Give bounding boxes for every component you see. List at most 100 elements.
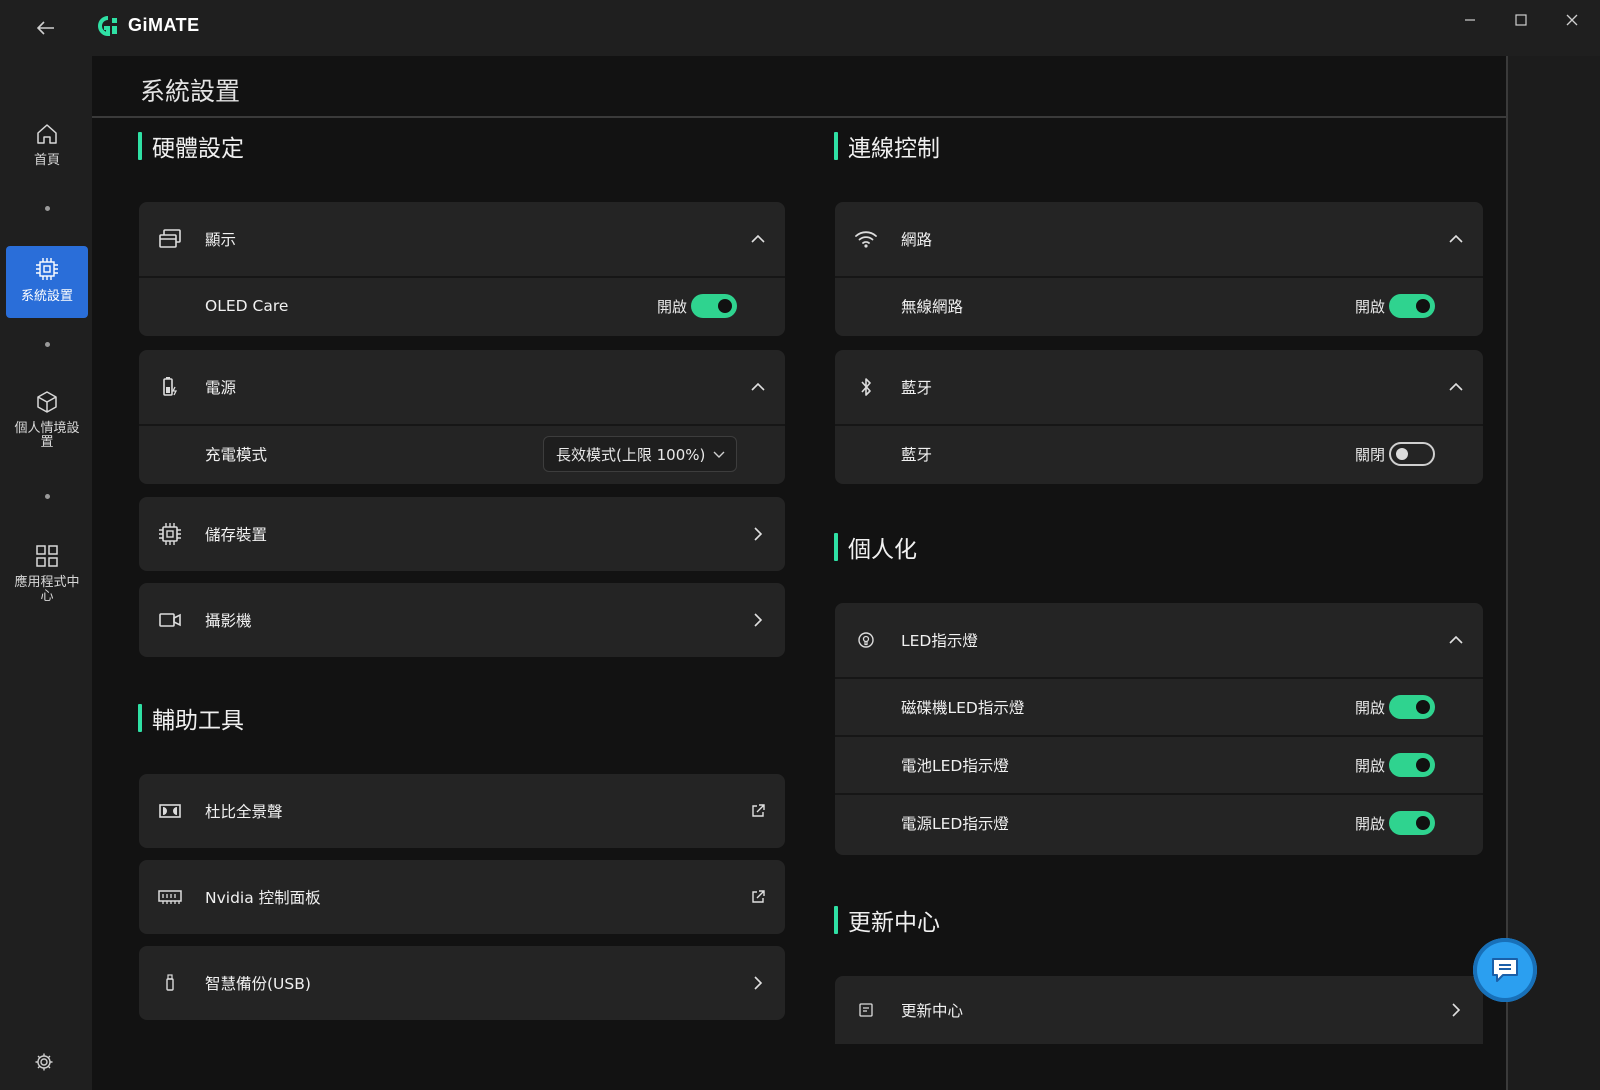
external-link-icon	[749, 888, 767, 906]
chevron-right-icon	[749, 611, 767, 629]
sidebar-item-app-center[interactable]: 應用程式中心	[6, 540, 88, 630]
update-row[interactable]: 更新中心	[835, 976, 1483, 1044]
backup-card[interactable]: 智慧備份(USB)	[139, 946, 785, 1020]
power-header[interactable]: 電源	[139, 350, 785, 424]
led-bulb-icon	[853, 627, 879, 653]
oled-care-label: OLED Care	[205, 297, 289, 315]
oled-care-toggle[interactable]	[691, 294, 737, 318]
camera-card[interactable]: 攝影機	[139, 583, 785, 657]
title-bar: GiMATE	[0, 0, 1600, 56]
sidebar-item-label: 首頁	[33, 153, 60, 168]
disk-led-toggle[interactable]	[1389, 695, 1435, 719]
bluetooth-toggle[interactable]	[1389, 442, 1435, 466]
section-accent-bar	[834, 132, 838, 160]
gear-icon	[35, 1053, 53, 1071]
charge-mode-value: 長效模式(上限 100%)	[556, 445, 706, 464]
network-header[interactable]: 網路	[835, 202, 1483, 276]
dolby-icon	[157, 798, 183, 824]
section-accent-bar	[834, 906, 838, 934]
dolby-card[interactable]: 杜比全景聲	[139, 774, 785, 848]
chevron-right-icon	[1447, 1001, 1465, 1019]
chevron-up-icon[interactable]	[1447, 378, 1465, 396]
update-icon	[853, 997, 879, 1023]
maximize-button[interactable]	[1497, 4, 1545, 36]
dolby-label: 杜比全景聲	[205, 803, 283, 821]
chip-icon	[36, 258, 58, 280]
minimize-button[interactable]	[1446, 4, 1494, 36]
bluetooth-header[interactable]: 藍牙	[835, 350, 1483, 424]
led-header[interactable]: LED指示燈	[835, 603, 1483, 677]
dolby-row[interactable]: 杜比全景聲	[139, 774, 785, 848]
battery-led-toggle[interactable]	[1389, 753, 1435, 777]
cube-icon	[37, 391, 57, 413]
display-header[interactable]: 顯示	[139, 202, 785, 276]
bluetooth-sub-label: 藍牙	[901, 446, 933, 464]
section-hardware: 硬體設定	[138, 132, 244, 162]
network-card: 網路 無線網路 開啟	[835, 202, 1483, 336]
chevron-up-icon[interactable]	[1447, 230, 1465, 248]
section-title: 硬體設定	[152, 136, 244, 162]
nvidia-row[interactable]: Nvidia 控制面板	[139, 860, 785, 934]
backup-label: 智慧備份(USB)	[205, 975, 311, 993]
wifi-icon	[853, 226, 879, 252]
arrow-left-icon	[37, 21, 54, 35]
battery-led-row: 電池LED指示燈 開啟	[835, 735, 1483, 793]
usb-drive-icon	[157, 970, 183, 996]
section-accent-bar	[138, 132, 142, 160]
battery-led-label: 電池LED指示燈	[901, 757, 1009, 775]
nvidia-card[interactable]: Nvidia 控制面板	[139, 860, 785, 934]
chevron-down-icon	[713, 451, 725, 458]
update-card[interactable]: 更新中心	[835, 976, 1483, 1044]
right-gutter	[1506, 56, 1600, 1090]
disk-led-row: 磁碟機LED指示燈 開啟	[835, 677, 1483, 735]
backup-row[interactable]: 智慧備份(USB)	[139, 946, 785, 1020]
section-title: 輔助工具	[152, 708, 244, 734]
chat-button[interactable]	[1473, 938, 1537, 1002]
section-connection: 連線控制	[834, 132, 940, 162]
storage-row[interactable]: 儲存裝置	[139, 497, 785, 571]
power-led-toggle[interactable]	[1389, 811, 1435, 835]
sidebar: 首頁 系統設置 個人情境設置 應用程式中心	[0, 56, 92, 1090]
storage-chip-icon	[157, 521, 183, 547]
charge-mode-select[interactable]: 長效模式(上限 100%)	[543, 436, 737, 472]
battery-charge-icon	[157, 374, 183, 400]
chevron-up-icon[interactable]	[749, 230, 767, 248]
update-label: 更新中心	[901, 1002, 964, 1020]
power-label: 電源	[205, 379, 237, 397]
section-accent-bar	[834, 533, 838, 561]
oled-care-state: 開啟	[656, 297, 687, 316]
sidebar-item-profiles[interactable]: 個人情境設置	[6, 386, 88, 476]
chat-bubble-icon	[1492, 958, 1518, 982]
back-button[interactable]	[30, 12, 62, 44]
chevron-up-icon[interactable]	[1447, 631, 1465, 649]
close-button[interactable]	[1548, 4, 1596, 36]
maximize-icon	[1515, 14, 1527, 26]
nvidia-label: Nvidia 控制面板	[205, 889, 321, 907]
settings-button[interactable]	[34, 1052, 58, 1076]
section-accent-bar	[138, 704, 142, 732]
home-icon	[37, 124, 57, 144]
network-label: 網路	[901, 231, 933, 249]
main-content: 系統設置 硬體設定 顯示 OLED Care 開啟 電源 充電模式 長效模式(上…	[92, 56, 1506, 1090]
chevron-up-icon[interactable]	[749, 378, 767, 396]
section-update: 更新中心	[834, 906, 940, 936]
charge-mode-label: 充電模式	[205, 446, 268, 464]
bluetooth-row: 藍牙 關閉	[835, 424, 1483, 482]
display-label: 顯示	[205, 231, 237, 249]
section-title: 連線控制	[848, 136, 940, 162]
sidebar-item-system-settings[interactable]: 系統設置	[6, 246, 88, 318]
display-icon	[157, 226, 183, 252]
wifi-state: 開啟	[1354, 297, 1385, 316]
nav-separator-dot	[45, 494, 50, 499]
wifi-toggle[interactable]	[1389, 294, 1435, 318]
camera-row[interactable]: 攝影機	[139, 583, 785, 657]
sidebar-item-label: 個人情境設置	[14, 421, 80, 450]
charge-mode-row: 充電模式 長效模式(上限 100%)	[139, 424, 785, 482]
power-led-label: 電源LED指示燈	[901, 815, 1009, 833]
storage-label: 儲存裝置	[205, 526, 268, 544]
disk-led-label: 磁碟機LED指示燈	[901, 699, 1025, 717]
app-logo: GiMATE	[98, 15, 200, 36]
camera-label: 攝影機	[205, 612, 252, 630]
storage-card[interactable]: 儲存裝置	[139, 497, 785, 571]
sidebar-item-home[interactable]: 首頁	[6, 118, 88, 184]
